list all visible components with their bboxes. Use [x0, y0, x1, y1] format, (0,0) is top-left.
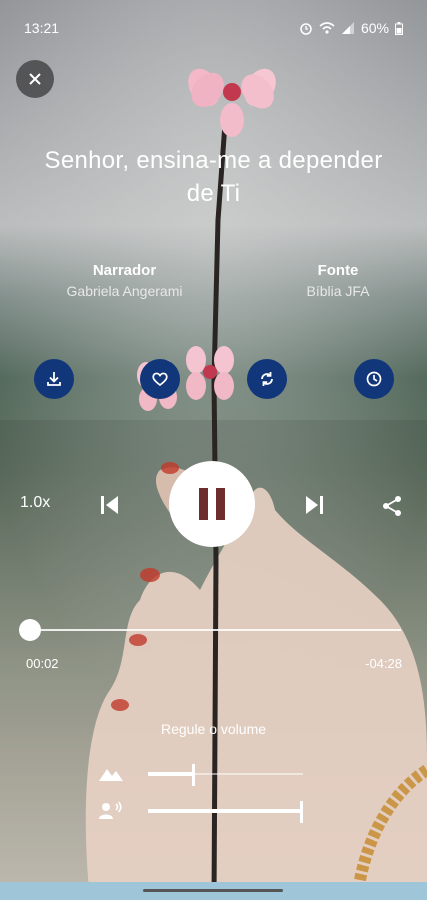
- ambient-volume-row: [98, 762, 313, 786]
- alarm-icon: [300, 23, 312, 35]
- download-button[interactable]: [34, 359, 74, 399]
- narrator-label: Narrador: [92, 262, 157, 279]
- status-time: 13:21: [24, 20, 60, 36]
- voice-volume-row: [98, 799, 313, 823]
- pause-button[interactable]: [169, 461, 255, 547]
- previous-button[interactable]: [94, 490, 124, 520]
- pause-icon: [199, 488, 225, 520]
- playback-speed-button[interactable]: 1.0x: [20, 494, 50, 512]
- timer-button[interactable]: [354, 359, 394, 399]
- player-screen: 13:21 60% Senhor, ensina-me a depender d…: [0, 0, 427, 900]
- progress-track[interactable]: [28, 629, 401, 631]
- battery-icon: [395, 21, 403, 35]
- ambient-volume-thumb[interactable]: [192, 764, 195, 786]
- next-button[interactable]: [300, 490, 330, 520]
- close-icon: [29, 73, 41, 85]
- voice-volume-slider[interactable]: [148, 801, 303, 823]
- close-button[interactable]: [16, 60, 54, 98]
- home-gesture-bar[interactable]: [143, 889, 283, 892]
- skip-next-icon: [306, 496, 323, 514]
- signal-icon: [341, 22, 354, 34]
- download-icon: [47, 372, 61, 386]
- ambient-volume-fill: [148, 772, 195, 776]
- source-label: Fonte: [317, 262, 359, 279]
- source-name: Bíblia JFA: [306, 283, 370, 299]
- prayer-title: Senhor, ensina-me a depender de Ti: [44, 147, 383, 207]
- progress-thumb[interactable]: [19, 619, 41, 641]
- elapsed-time: 00:02: [26, 656, 59, 671]
- clock-icon: [366, 371, 382, 387]
- narrator-name: Gabriela Angerami: [66, 283, 183, 299]
- volume-label: Regule o volume: [160, 721, 267, 737]
- heart-icon: [152, 372, 168, 387]
- voice-volume-thumb[interactable]: [300, 801, 303, 823]
- voice-icon: [99, 801, 122, 819]
- narrator-block: Narrador Gabriela Angerami: [42, 262, 207, 299]
- skip-previous-icon: [101, 496, 118, 514]
- landscape-icon: [99, 769, 123, 781]
- battery-text: 60%: [360, 20, 389, 36]
- favorite-button[interactable]: [140, 359, 180, 399]
- wifi-icon: [319, 22, 335, 34]
- source-block: Fonte Bíblia JFA: [278, 262, 398, 299]
- repeat-icon: [261, 372, 273, 386]
- repeat-button[interactable]: [247, 359, 287, 399]
- status-bar: 13:21 60%: [0, 0, 427, 56]
- ambient-volume-slider[interactable]: [148, 764, 303, 786]
- remaining-time: -04:28: [365, 656, 402, 671]
- status-icons: 60%: [299, 20, 403, 36]
- voice-volume-fill: [148, 809, 303, 813]
- share-button[interactable]: [378, 492, 406, 520]
- share-icon: [383, 496, 401, 516]
